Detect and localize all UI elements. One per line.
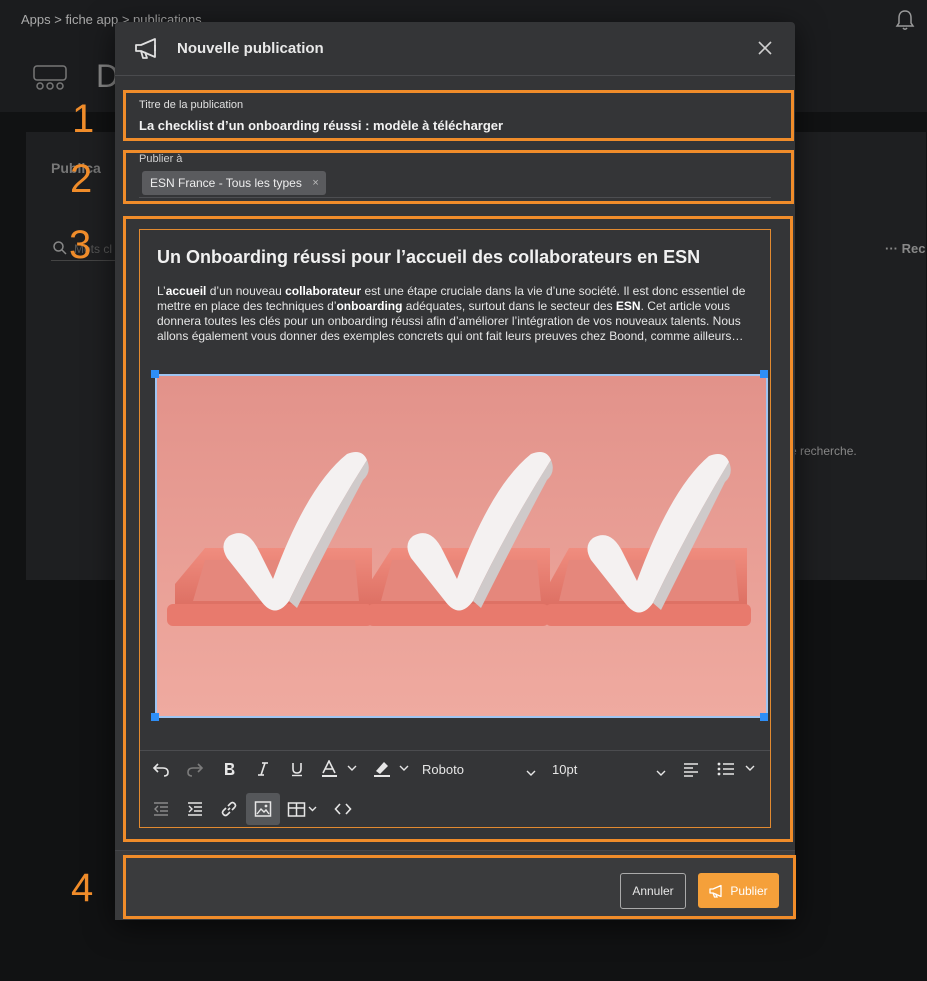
app-icon bbox=[33, 65, 67, 90]
bell-icon[interactable] bbox=[894, 8, 916, 32]
annotation-number-3: 3 bbox=[69, 223, 92, 267]
megaphone-icon bbox=[135, 38, 156, 59]
empty-hint: e recherche. bbox=[790, 444, 857, 458]
more-menu[interactable]: ··· Rec bbox=[885, 241, 925, 256]
modal-title: Nouvelle publication bbox=[177, 40, 324, 57]
search-icon bbox=[53, 241, 67, 255]
annotation-box-2 bbox=[123, 150, 794, 204]
annotation-number-2: 2 bbox=[70, 157, 93, 201]
close-icon[interactable] bbox=[757, 40, 773, 56]
annotation-number-1: 1 bbox=[72, 97, 95, 141]
annotation-box-4 bbox=[123, 855, 796, 919]
modal-header: Nouvelle publication bbox=[115, 22, 795, 76]
annotation-box-3 bbox=[123, 216, 793, 842]
annotation-number-4: 4 bbox=[71, 866, 94, 910]
annotation-box-1 bbox=[123, 90, 794, 141]
